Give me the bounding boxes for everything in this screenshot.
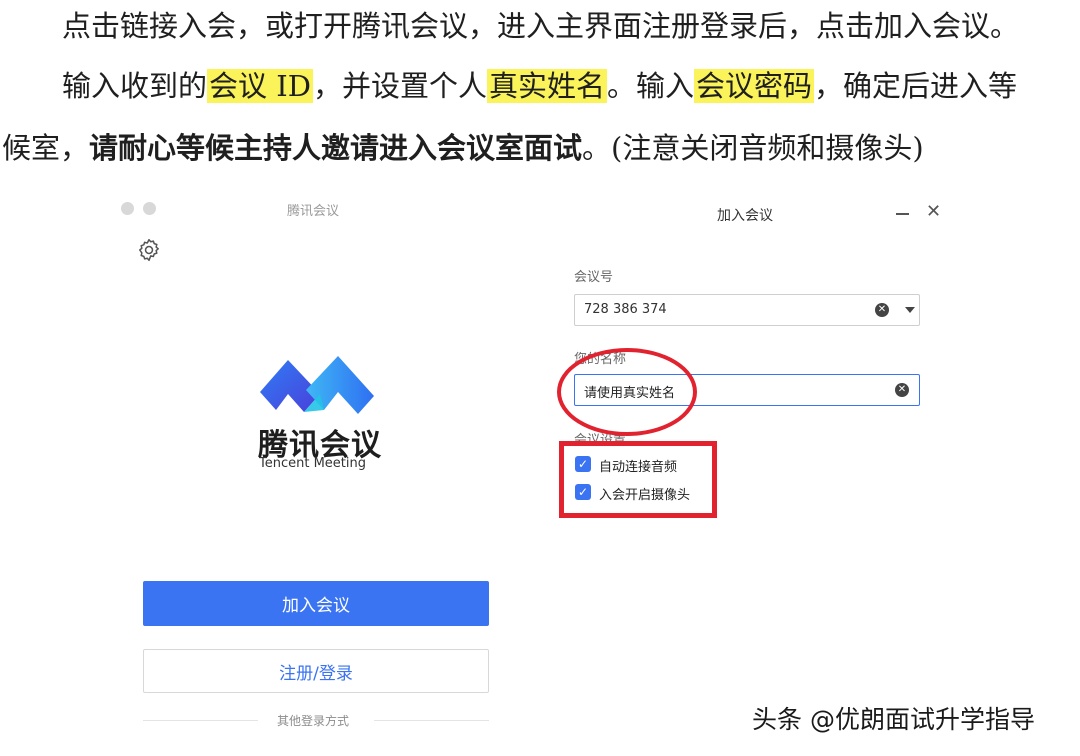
- instruction-text: ，并设置个人: [312, 69, 487, 103]
- gear-icon[interactable]: [136, 237, 162, 263]
- instruction-text: ，确定后进入等: [814, 69, 1018, 103]
- brand-name-en: Tencent Meeting: [259, 456, 366, 471]
- annotation-ellipse: [557, 348, 697, 436]
- app-title: 腾讯会议: [287, 204, 340, 219]
- annotation-rectangle: [559, 441, 717, 518]
- close-icon[interactable]: ✕: [926, 202, 941, 222]
- other-login-link[interactable]: 其他登录方式: [277, 712, 349, 729]
- instruction-bold: 请耐心等候主持人邀请进入会议室面试: [89, 131, 583, 165]
- window-control-dot[interactable]: [121, 202, 134, 215]
- join-meeting-button[interactable]: 加入会议: [143, 581, 489, 626]
- instruction-line-3: 候室，请耐心等候主持人邀请进入会议室面试。(注意关闭音频和摄像头): [2, 128, 924, 168]
- instruction-line-2: 输入收到的会议 ID，并设置个人真实姓名。输入会议密码，确定后进入等: [62, 66, 1017, 106]
- register-login-button[interactable]: 注册/登录: [143, 649, 489, 693]
- instruction-line-1: 点击链接入会，或打开腾讯会议，进入主界面注册登录后，点击加入会议。: [62, 9, 1020, 43]
- dialog-title: 加入会议: [717, 208, 773, 224]
- meeting-id-input[interactable]: 728 386 374 ✕: [574, 294, 920, 326]
- divider: [374, 720, 489, 721]
- instruction-text: 。输入: [606, 69, 694, 103]
- meeting-id-label: 会议号: [574, 270, 614, 285]
- highlight-meeting-id: 会议 ID: [207, 69, 313, 103]
- meeting-id-value: 728 386 374: [584, 302, 667, 317]
- tencent-meeting-logo: [260, 356, 374, 414]
- window-control-dot[interactable]: [143, 202, 156, 215]
- watermark: 头条 @优朗面试升学指导: [752, 705, 1035, 734]
- highlight-password: 会议密码: [694, 69, 815, 103]
- instruction-text: 候室，: [2, 131, 90, 165]
- divider: [143, 720, 258, 721]
- instruction-text: 输入收到的: [62, 69, 208, 103]
- clear-icon[interactable]: ✕: [895, 383, 909, 397]
- minimize-icon[interactable]: [896, 213, 909, 215]
- highlight-real-name: 真实姓名: [486, 69, 607, 103]
- clear-icon[interactable]: ✕: [875, 303, 889, 317]
- chevron-down-icon[interactable]: [905, 307, 915, 313]
- instruction-text: 。(注意关闭音频和摄像头): [582, 131, 924, 165]
